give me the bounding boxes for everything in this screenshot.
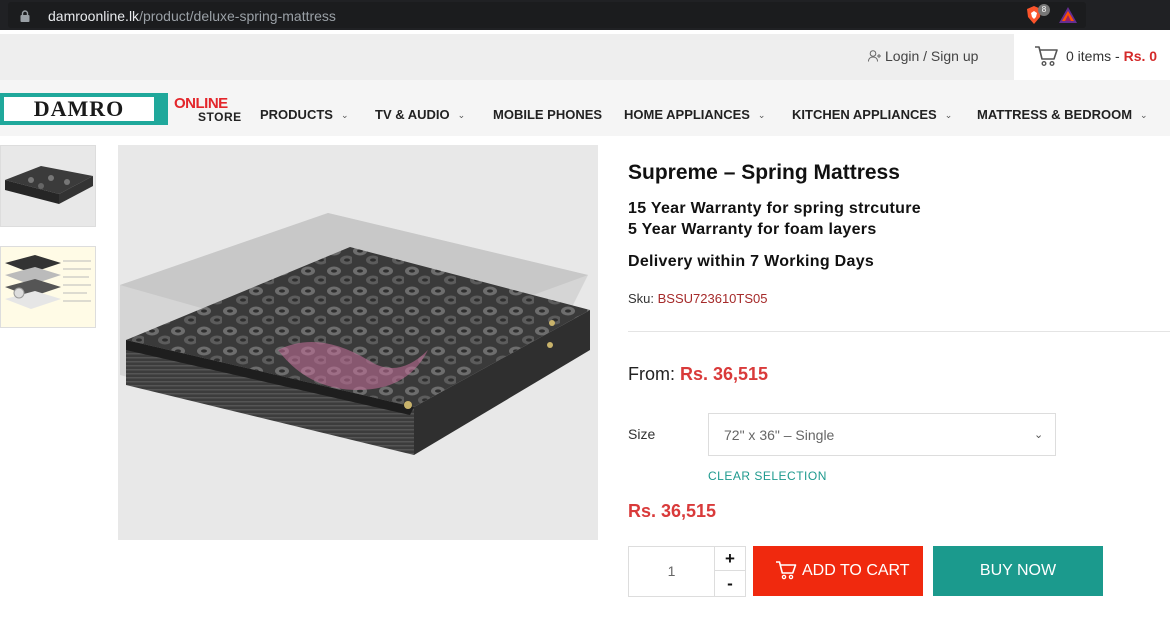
browser-toolbar: damroonline.lk/product/deluxe-spring-mat… [0,0,1170,30]
cart-items-count: 0 items - [1066,48,1124,64]
add-to-cart-label: ADD TO CART [802,562,910,579]
nav-label: MOBILE PHONES [493,107,603,122]
url-domain: damroonline.lk [48,8,140,24]
nav-label: HOME APPLIANCES [624,107,750,122]
warranty-foam: 5 Year Warranty for foam layers [628,221,877,238]
nav-label: TV & AUDIO [375,107,450,122]
nav-mattress-bedroom[interactable]: MATTRESS & BEDROOM ⌄ [977,107,1148,122]
url-path: /product/deluxe-spring-mattress [139,8,336,24]
from-price-value: Rs. 36,515 [680,364,769,384]
bat-icon[interactable] [1059,7,1077,23]
nav-label: KITCHEN APPLIANCES [792,107,937,122]
chevron-down-icon: ⌄ [457,110,466,120]
sku-value: BSSU723610TS05 [657,291,768,306]
from-price: From: Rs. 36,515 [628,364,768,385]
cart-icon [1035,46,1058,67]
logo-wordmark: DAMRO [4,97,154,121]
damro-logo[interactable]: DAMRO [0,93,168,125]
quantity-decrease-button[interactable]: - [714,571,745,596]
size-selected-value: 72" x 36" – Single [724,427,835,443]
product-main-image[interactable] [118,145,598,540]
nav-label: MATTRESS & BEDROOM [977,107,1133,122]
login-label: Login / Sign up [885,48,979,64]
cart-amount: Rs. 0 [1123,48,1158,64]
nav-kitchen-appliances[interactable]: KITCHEN APPLIANCES ⌄ [792,107,952,122]
buy-now-button[interactable]: BUY NOW [933,546,1103,596]
warranty-spring: 15 Year Warranty for spring strcuture [628,200,921,217]
lock-icon [20,10,30,22]
online-store-logo[interactable]: ONLINE STORE [172,93,244,127]
product-title: Supreme – Spring Mattress [628,161,900,184]
mattress-thumbnail-image [5,166,93,204]
url-text[interactable]: damroonline.lk/product/deluxe-spring-mat… [48,8,336,24]
sku-label: Sku: [628,291,658,306]
variation-price: Rs. 36,515 [628,501,717,521]
size-label: Size [628,426,656,442]
from-label: From: [628,364,680,384]
chevron-down-icon: ⌄ [340,110,349,120]
quantity-stepper: 1 + - [628,546,746,597]
shield-count-badge: 8 [1038,4,1050,16]
chevron-down-icon: ⌄ [757,110,766,120]
mattress-layers-image [5,255,91,309]
delivery-info: Delivery within 7 Working Days [628,253,875,270]
store-text: STORE [198,110,242,124]
main-navigation: DAMRO ONLINE STORE PRODUCTS ⌄ TV & AUDIO ⌄… [0,80,1170,136]
login-signup-link[interactable]: Login / Sign up [868,48,978,64]
product-thumbnail-1[interactable] [0,145,96,227]
quantity-increase-button[interactable]: + [714,547,745,571]
nav-home-appliances[interactable]: HOME APPLIANCES ⌄ [624,107,765,122]
chevron-down-icon: ⌄ [1140,110,1148,120]
size-select[interactable]: 72" x 36" – Single ⌄ [708,413,1056,456]
top-strip: Login / Sign up 0 items - Rs. 0 [0,34,1170,80]
sku-line: Sku: BSSU723610TS05 [628,291,767,306]
product-thumbnail-2[interactable] [0,246,96,328]
add-to-cart-button[interactable]: ADD TO CART [753,546,923,596]
user-icon [868,50,881,62]
clear-selection-link[interactable]: CLEAR SELECTION [708,469,827,483]
chevron-down-icon: ⌄ [1034,429,1044,441]
nav-mobile-phones[interactable]: MOBILE PHONES [493,107,602,122]
mattress-image [120,213,590,455]
cart-summary: 0 items - Rs. 0 [1066,48,1157,64]
mini-cart[interactable]: 0 items - Rs. 0 [1014,34,1170,80]
nav-products[interactable]: PRODUCTS ⌄ [260,107,349,122]
divider [628,331,1170,332]
address-bar[interactable]: damroonline.lk/product/deluxe-spring-mat… [8,2,1086,28]
cart-icon [776,561,797,580]
nav-tv-audio[interactable]: TV & AUDIO ⌄ [375,107,465,122]
quantity-input[interactable]: 1 [629,547,714,596]
nav-label: PRODUCTS [260,107,333,122]
chevron-down-icon: ⌄ [944,110,953,120]
